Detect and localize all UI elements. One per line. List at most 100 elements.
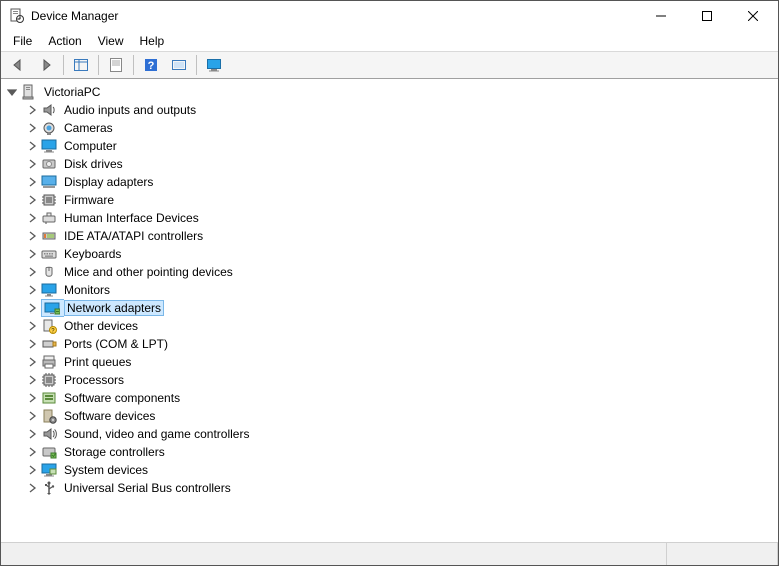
expander-icon[interactable]	[5, 85, 19, 99]
tree-node-label: Processors	[61, 372, 127, 388]
audio-icon	[41, 102, 57, 118]
firmware-icon	[41, 192, 57, 208]
expander-icon[interactable]	[25, 229, 39, 243]
tree-pane[interactable]: VictoriaPC Audio inputs and outputsCamer…	[1, 79, 778, 542]
toolbar-separator	[196, 55, 197, 75]
tree-node-monitors[interactable]: Monitors	[25, 281, 778, 299]
keyboards-icon	[41, 246, 57, 262]
app-icon	[9, 8, 25, 24]
tree-node-label: Network adapters	[64, 300, 164, 316]
scan-hardware-button[interactable]	[166, 53, 192, 77]
expander-icon[interactable]	[25, 337, 39, 351]
expander-icon[interactable]	[25, 265, 39, 279]
tree-node-label: Computer	[61, 138, 120, 154]
toolbar: ?	[1, 51, 778, 79]
tree-node-label: Human Interface Devices	[61, 210, 202, 226]
tree-node-disk[interactable]: Disk drives	[25, 155, 778, 173]
tree-node-network[interactable]: Network adapters	[25, 299, 778, 317]
tree-node-label: Software components	[61, 390, 183, 406]
monitor-icon-button[interactable]	[201, 53, 227, 77]
expander-icon[interactable]	[25, 121, 39, 135]
menu-action[interactable]: Action	[40, 32, 89, 50]
mice-icon	[41, 264, 57, 280]
expander-icon[interactable]	[25, 463, 39, 477]
help-button[interactable]: ?	[138, 53, 164, 77]
expander-icon[interactable]	[25, 301, 39, 315]
other-icon	[41, 318, 57, 334]
expander-icon[interactable]	[25, 139, 39, 153]
expander-icon[interactable]	[25, 391, 39, 405]
svg-text:?: ?	[148, 60, 155, 72]
tree-node-ide[interactable]: IDE ATA/ATAPI controllers	[25, 227, 778, 245]
ports-icon	[41, 336, 57, 352]
device-manager-window: Device Manager File Action View Help	[0, 0, 779, 566]
ide-icon	[41, 228, 57, 244]
tree-node-cameras[interactable]: Cameras	[25, 119, 778, 137]
toolbar-separator	[98, 55, 99, 75]
processors-icon	[41, 372, 57, 388]
minimize-button[interactable]	[638, 1, 684, 31]
status-cell	[1, 543, 667, 565]
tree-root-node[interactable]: VictoriaPC	[5, 83, 778, 101]
tree-node-usb[interactable]: Universal Serial Bus controllers	[25, 479, 778, 497]
expander-icon[interactable]	[25, 283, 39, 297]
menu-view[interactable]: View	[90, 32, 132, 50]
expander-icon[interactable]	[25, 175, 39, 189]
expander-icon[interactable]	[25, 157, 39, 171]
tree-node-print[interactable]: Print queues	[25, 353, 778, 371]
forward-button[interactable]	[33, 53, 59, 77]
tree-node-label: Keyboards	[61, 246, 124, 262]
close-button[interactable]	[730, 1, 776, 31]
expander-icon[interactable]	[25, 211, 39, 225]
maximize-button[interactable]	[684, 1, 730, 31]
expander-icon[interactable]	[25, 427, 39, 441]
sound-icon	[41, 426, 57, 442]
tree-node-label: IDE ATA/ATAPI controllers	[61, 228, 206, 244]
display-icon	[41, 174, 57, 190]
expander-icon[interactable]	[25, 193, 39, 207]
tree-node-display[interactable]: Display adapters	[25, 173, 778, 191]
expander-icon[interactable]	[25, 373, 39, 387]
tree-node-label: Universal Serial Bus controllers	[61, 480, 234, 496]
tree-node-label: Print queues	[61, 354, 134, 370]
tree-children: Audio inputs and outputsCamerasComputerD…	[5, 101, 778, 497]
show-hide-tree-button[interactable]	[68, 53, 94, 77]
tree-node-swdev[interactable]: Software devices	[25, 407, 778, 425]
network-icon	[41, 299, 64, 317]
tree-node-sound[interactable]: Sound, video and game controllers	[25, 425, 778, 443]
tree-node-swcomp[interactable]: Software components	[25, 389, 778, 407]
tree-node-ports[interactable]: Ports (COM & LPT)	[25, 335, 778, 353]
expander-icon[interactable]	[25, 481, 39, 495]
properties-button[interactable]	[103, 53, 129, 77]
device-tree: VictoriaPC Audio inputs and outputsCamer…	[1, 81, 778, 499]
cameras-icon	[41, 120, 57, 136]
expander-icon[interactable]	[25, 355, 39, 369]
menubar: File Action View Help	[1, 31, 778, 51]
tree-node-firmware[interactable]: Firmware	[25, 191, 778, 209]
tree-node-mice[interactable]: Mice and other pointing devices	[25, 263, 778, 281]
menu-file[interactable]: File	[5, 32, 40, 50]
tree-node-system[interactable]: System devices	[25, 461, 778, 479]
tree-node-storage[interactable]: Storage controllers	[25, 443, 778, 461]
status-cell	[667, 543, 778, 565]
tree-node-keyboards[interactable]: Keyboards	[25, 245, 778, 263]
expander-icon[interactable]	[25, 247, 39, 261]
tree-node-audio[interactable]: Audio inputs and outputs	[25, 101, 778, 119]
tree-node-processors[interactable]: Processors	[25, 371, 778, 389]
tree-node-computer[interactable]: Computer	[25, 137, 778, 155]
expander-icon[interactable]	[25, 103, 39, 117]
tree-root-label: VictoriaPC	[41, 84, 103, 100]
menu-help[interactable]: Help	[132, 32, 173, 50]
storage-icon	[41, 444, 57, 460]
expander-icon[interactable]	[25, 445, 39, 459]
tree-node-label: Software devices	[61, 408, 158, 424]
tree-node-label: Mice and other pointing devices	[61, 264, 236, 280]
tree-node-hid[interactable]: Human Interface Devices	[25, 209, 778, 227]
tree-node-label: Audio inputs and outputs	[61, 102, 199, 118]
back-button[interactable]	[5, 53, 31, 77]
tree-node-other[interactable]: Other devices	[25, 317, 778, 335]
tree-node-label: Firmware	[61, 192, 117, 208]
toolbar-separator	[63, 55, 64, 75]
expander-icon[interactable]	[25, 409, 39, 423]
expander-icon[interactable]	[25, 319, 39, 333]
